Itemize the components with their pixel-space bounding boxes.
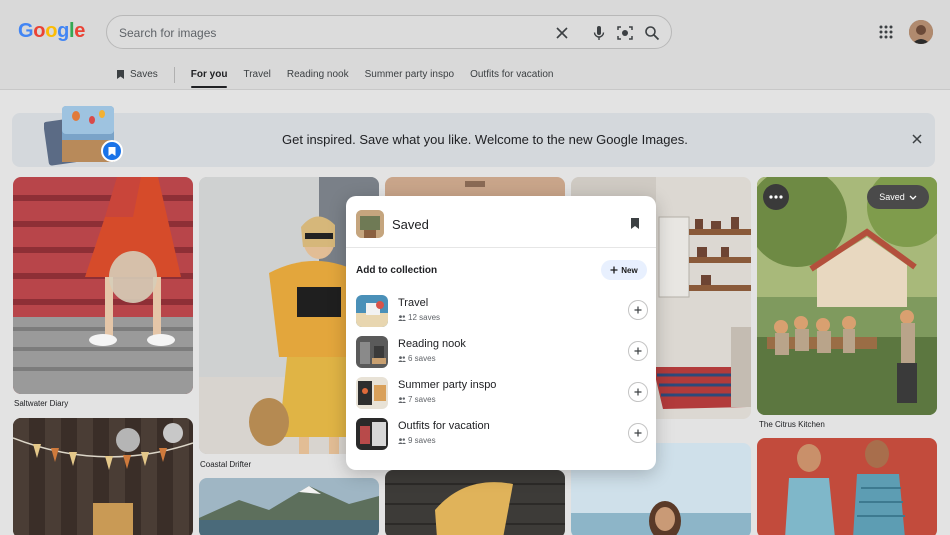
collection-save-count: 6 saves [398, 354, 436, 363]
tile-caption: Coastal Drifter [200, 460, 252, 469]
category-tabs: Saves For you Travel Reading nook Summer… [116, 60, 569, 90]
google-logo[interactable]: Google [18, 20, 85, 43]
save-count-text: 7 saves [408, 395, 436, 404]
add-to-collection-label: Add to collection [356, 265, 438, 276]
collection-name: Summer party inspo [398, 379, 497, 391]
close-icon[interactable] [911, 133, 923, 145]
search-input[interactable] [119, 23, 539, 43]
avatar[interactable] [909, 20, 933, 44]
logo-letter: g [57, 20, 70, 42]
plus-icon [634, 388, 642, 396]
add-to-collection-button[interactable] [628, 300, 648, 320]
people-icon [398, 437, 406, 444]
banner-message: Get inspired. Save what you like. Welcom… [282, 132, 688, 147]
tab-travel[interactable]: Travel [243, 60, 270, 90]
collection-item-reading-nook[interactable]: Reading nook 6 saves [356, 333, 648, 371]
collection-name: Outfits for vacation [398, 420, 490, 432]
collection-thumbnail [356, 418, 388, 450]
dialog-title: Saved [392, 217, 429, 232]
collection-save-count: 12 saves [398, 313, 440, 322]
apps-grid-icon[interactable] [878, 24, 894, 40]
save-count-text: 6 saves [408, 354, 436, 363]
bookmark-filled-icon[interactable] [630, 217, 640, 230]
tab-label: Saves [130, 69, 158, 80]
add-to-collection-button[interactable] [628, 341, 648, 361]
tile-caption: Saltwater Diary [14, 399, 69, 408]
plus-icon [610, 266, 618, 274]
image-tile-saltwater[interactable] [13, 177, 193, 394]
logo-letter: G [18, 20, 34, 42]
more-options-button[interactable] [763, 184, 789, 210]
logo-letter: o [33, 20, 46, 42]
more-horizontal-icon [769, 195, 783, 199]
image [757, 177, 937, 415]
tile-caption: The Citrus Kitchen [759, 420, 825, 429]
tab-divider [173, 67, 175, 83]
clear-icon[interactable] [553, 24, 571, 42]
image-tile-mountain[interactable] [199, 478, 379, 535]
save-count-text: 9 saves [408, 436, 436, 445]
collection-item-outfits-for-vacation[interactable]: Outfits for vacation 9 saves [356, 415, 648, 453]
collection-thumbnail [356, 336, 388, 368]
collection-thumbnail [356, 377, 388, 409]
plus-icon [634, 306, 642, 314]
tab-outfits-for-vacation[interactable]: Outfits for vacation [470, 60, 553, 90]
image-tile-party[interactable] [13, 418, 193, 535]
image [13, 177, 193, 394]
new-collection-button[interactable]: New [601, 260, 647, 280]
collection-name: Reading nook [398, 338, 466, 350]
tab-reading-nook[interactable]: Reading nook [287, 60, 349, 90]
collection-save-count: 7 saves [398, 395, 436, 404]
collection-name: Travel [398, 297, 429, 309]
image-tile-citrus[interactable] [757, 177, 937, 415]
collection-illustration [44, 106, 123, 166]
save-to-collection-dialog: Saved Add to collection New Travel 12 sa… [346, 196, 656, 470]
saved-image-thumbnail [356, 210, 384, 238]
image-tile-pillow[interactable] [385, 470, 565, 535]
saved-pill-label: Saved [879, 192, 905, 202]
collection-item-travel[interactable]: Travel 12 saves [356, 292, 648, 330]
saved-dropdown-button[interactable]: Saved [867, 185, 929, 209]
search-icon[interactable] [643, 24, 661, 42]
logo-letter: e [74, 20, 86, 42]
microphone-icon[interactable] [590, 24, 608, 42]
dialog-header: Saved [346, 196, 656, 248]
top-bar: Google Saves For you Travel Reading nook… [0, 0, 950, 90]
image [385, 470, 565, 535]
people-icon [398, 355, 406, 362]
plus-icon [634, 347, 642, 355]
people-icon [398, 314, 406, 321]
collection-save-count: 9 saves [398, 436, 436, 445]
image [757, 438, 937, 535]
camera-lens-icon[interactable] [616, 24, 634, 42]
new-button-label: New [621, 265, 638, 275]
search-bar [106, 15, 672, 49]
add-to-collection-button[interactable] [628, 382, 648, 402]
bookmark-icon [117, 70, 124, 79]
add-to-collection-button[interactable] [628, 423, 648, 443]
tab-for-you[interactable]: For you [190, 60, 227, 90]
welcome-banner: Get inspired. Save what you like. Welcom… [12, 106, 935, 167]
image [199, 478, 379, 535]
collection-item-summer-party-inspo[interactable]: Summer party inspo 7 saves [356, 374, 648, 412]
people-icon [398, 396, 406, 403]
plus-icon [634, 429, 642, 437]
image [13, 418, 193, 535]
tab-saves[interactable]: Saves [116, 60, 158, 90]
tab-summer-party-inspo[interactable]: Summer party inspo [365, 60, 454, 90]
chevron-down-icon [909, 195, 917, 200]
save-count-text: 12 saves [408, 313, 441, 322]
collection-thumbnail [356, 295, 388, 327]
logo-letter: o [45, 20, 58, 42]
image-tile-friends[interactable] [757, 438, 937, 535]
